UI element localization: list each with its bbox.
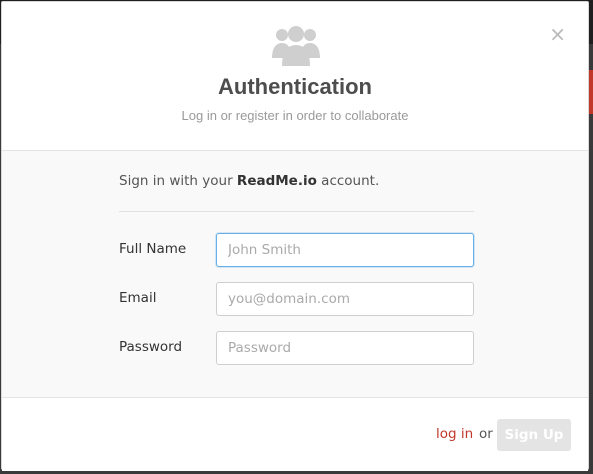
intro-prefix: Sign in with your [119,173,237,189]
brand-name: ReadMe.io [236,173,317,189]
full-name-input[interactable] [216,233,474,267]
full-name-row: Full Name [119,233,479,267]
modal-header: × Authentication Log in or register in o… [2,2,588,151]
authentication-modal: × Authentication Log in or register in o… [1,1,589,471]
sign-up-button[interactable]: Sign Up [497,419,571,451]
full-name-label: Full Name [119,241,187,257]
password-row: Password [119,331,479,365]
users-icon [272,26,320,66]
modal-body: Sign in with your ReadMe.io account. Ful… [2,151,588,398]
signin-intro: Sign in with your ReadMe.io account. [119,173,379,189]
or-text: or [479,426,493,442]
divider [119,211,474,212]
modal-title: Authentication [218,74,372,99]
intro-suffix: account. [316,173,380,189]
email-input[interactable] [216,282,474,316]
modal-subtitle: Log in or register in order to collabora… [181,108,409,123]
password-label: Password [119,339,183,355]
log-in-link[interactable]: log in [436,426,473,442]
close-button[interactable]: × [549,24,566,44]
email-label: Email [119,290,157,306]
email-row: Email [119,282,479,316]
password-input[interactable] [216,331,474,365]
modal-footer: log in or Sign Up [2,398,588,471]
